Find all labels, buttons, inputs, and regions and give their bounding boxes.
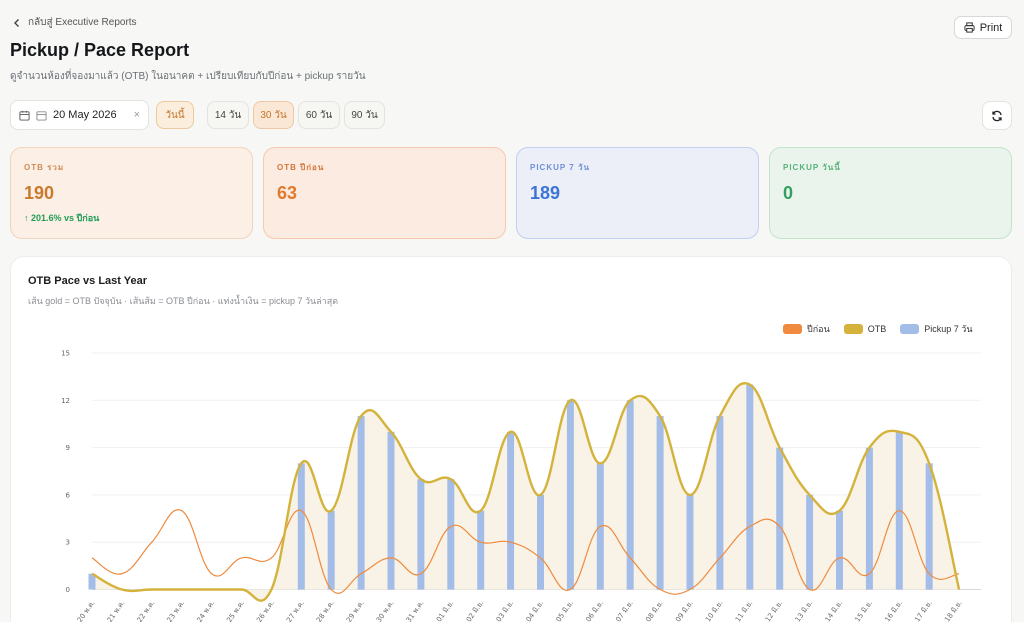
x-tick-label: 06 มิ.ย. (584, 599, 604, 622)
x-tick-label: 01 มิ.ย. (435, 599, 455, 622)
x-tick-label: 25 พ.ค. (225, 599, 246, 622)
pickup-bar (686, 494, 694, 590)
pickup-bar (656, 416, 664, 590)
pickup-bar (387, 431, 395, 590)
x-tick-label: 14 มิ.ย. (824, 599, 844, 622)
print-button-label: Print (979, 21, 1003, 34)
otb-pace-chart: 0 3 6 9 12 15 20 พ.ค. 21 พ.ค. 22 พ.ค. 23 พ.ค. 24 พ… (61, 350, 981, 622)
y-tick-label: 6 (66, 491, 71, 499)
pickup-bar (566, 400, 574, 590)
x-tick-label: 02 มิ.ย. (465, 599, 485, 622)
pickup-bar (327, 510, 335, 590)
pickup-bar (746, 384, 754, 590)
pickup-bar (417, 479, 425, 590)
date-picker[interactable]: 20 May 2026 × (10, 100, 149, 130)
today-button[interactable]: วันนี้ (156, 101, 194, 129)
y-tick-label: 0 (66, 586, 70, 594)
kpi-label: PICKUP วันนี้ (783, 163, 841, 172)
calendar-icon (19, 110, 30, 121)
pickup-bar (477, 510, 485, 590)
refresh-button[interactable] (982, 101, 1012, 130)
kpi-label: OTB รวม (24, 163, 65, 172)
pickup-bar (537, 494, 544, 590)
x-tick-label: 09 มิ.ย. (674, 599, 694, 622)
x-tick-label: 31 พ.ค. (405, 599, 426, 622)
x-tick-label: 21 พ.ค. (106, 599, 127, 622)
clear-date-icon[interactable]: × (134, 109, 140, 121)
x-tick-label: 04 มิ.ย. (525, 599, 545, 622)
page-subtitle: ดูจำนวนห้องที่จองมาแล้ว (OTB) ในอนาคต + … (10, 71, 366, 82)
back-link-label: กลับสู่ Executive Reports (28, 17, 137, 28)
kpi-delta: ↑ 201.6% vs ปีก่อน (24, 213, 100, 223)
kpi-value: 190 (24, 183, 55, 203)
range-60-button[interactable]: 60 วัน (298, 101, 340, 129)
x-tick-label: 29 พ.ค. (345, 599, 366, 622)
kpi-label: OTB ปีก่อน (277, 163, 325, 172)
kpi-otb-last-year: OTB ปีก่อน 63 (263, 147, 506, 239)
range-14-button[interactable]: 14 วัน (207, 101, 249, 129)
x-tick-label: 16 มิ.ย. (883, 599, 903, 622)
chevron-left-icon (14, 18, 19, 27)
x-tick-label: 23 พ.ค. (166, 599, 187, 622)
x-tick-label: 24 พ.ค. (195, 599, 216, 622)
kpi-pickup-7-days: PICKUP 7 วัน 189 (516, 147, 759, 239)
page-title: Pickup / Pace Report (10, 40, 190, 60)
x-tick-label: 17 มิ.ย. (913, 599, 933, 622)
x-tick-label: 07 มิ.ย. (614, 599, 634, 622)
pickup-bar (776, 447, 784, 590)
kpi-label: PICKUP 7 วัน (530, 163, 590, 172)
printer-icon (964, 22, 975, 33)
calendar-icon-2 (36, 110, 47, 121)
x-tick-label: 15 มิ.ย. (854, 599, 874, 622)
x-tick-label: 30 พ.ค. (375, 599, 396, 622)
back-link[interactable]: กลับสู่ Executive Reports (12, 15, 137, 30)
pickup-bar (716, 416, 724, 590)
x-tick-label: 03 มิ.ย. (495, 599, 515, 622)
y-tick-label: 15 (61, 350, 70, 358)
pickup-bar (357, 416, 365, 590)
date-value: 20 May 2026 (53, 109, 117, 121)
y-tick-label: 12 (61, 397, 70, 405)
x-tick-label: 13 มิ.ย. (794, 599, 814, 622)
pickup-bar (297, 463, 305, 590)
chart-card: OTB Pace vs Last Year เส้น gold = OTB ปั… (10, 256, 1012, 622)
x-tick-label: 20 พ.ค. (76, 599, 97, 622)
y-tick-label: 9 (66, 444, 70, 452)
print-button[interactable]: Print (954, 16, 1012, 39)
pickup-bar (507, 431, 515, 590)
range-90-button[interactable]: 90 วัน (344, 101, 385, 129)
refresh-icon (992, 110, 1002, 121)
y-tick-label: 3 (66, 539, 70, 547)
kpi-value: 0 (783, 183, 794, 203)
pickup-bar (806, 494, 814, 590)
x-tick-label: 22 พ.ค. (136, 599, 157, 622)
x-tick-label: 28 พ.ค. (315, 599, 336, 622)
x-tick-label: 08 มิ.ย. (644, 599, 664, 622)
x-tick-label: 26 พ.ค. (255, 599, 276, 622)
kpi-value: 189 (530, 183, 561, 203)
pickup-bar (865, 447, 873, 590)
x-tick-label: 12 มิ.ย. (764, 599, 784, 622)
kpi-otb-total: OTB รวม 190 ↑ 201.6% vs ปีก่อน (10, 147, 253, 239)
pickup-bar (447, 479, 455, 590)
x-tick-label: 18 มิ.ย. (943, 599, 963, 622)
x-tick-label: 10 มิ.ย. (704, 599, 724, 622)
kpi-pickup-today: PICKUP วันนี้ 0 (769, 147, 1012, 239)
x-tick-label: 05 มิ.ย. (555, 599, 575, 622)
x-tick-label: 11 มิ.ย. (734, 599, 754, 622)
pickup-bar (836, 510, 843, 590)
x-tick-label: 27 พ.ค. (285, 599, 306, 622)
kpi-value: 63 (277, 183, 298, 203)
range-30-button[interactable]: 30 วัน (253, 101, 294, 129)
